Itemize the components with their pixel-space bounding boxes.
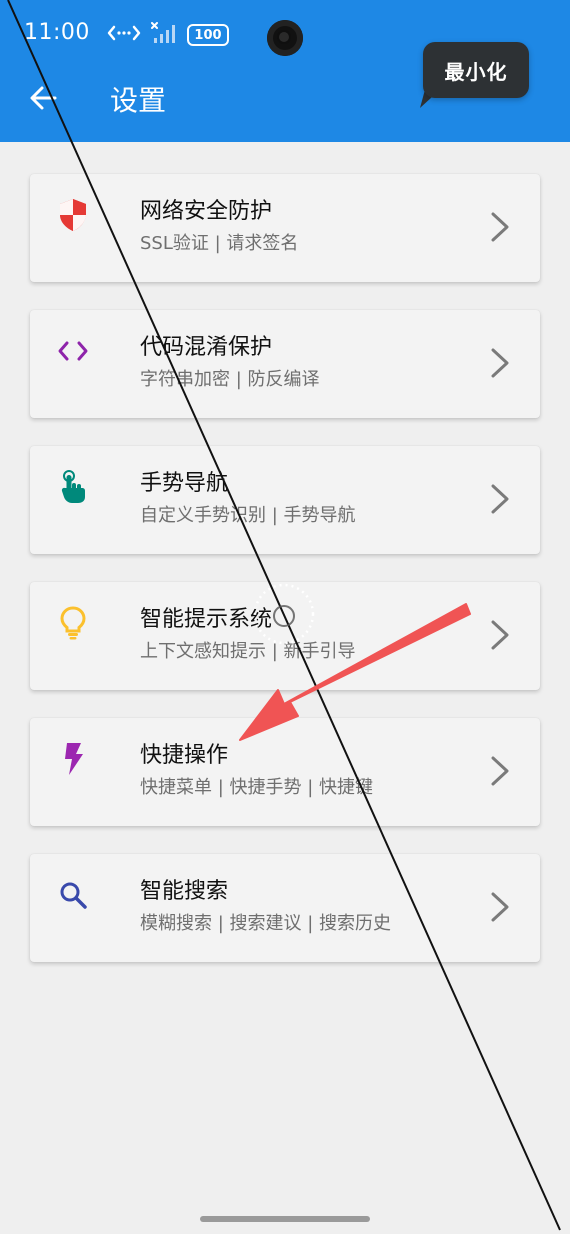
front-camera (267, 20, 303, 56)
chevron-right-icon (488, 618, 512, 652)
chevron-right-icon (488, 346, 512, 380)
shield-icon (56, 198, 90, 232)
page-title: 设置 (110, 84, 167, 117)
no-signal-icon (151, 22, 177, 48)
chevron-right-icon (488, 210, 512, 244)
chevron-right-icon (488, 754, 512, 788)
settings-item-title: 代码混淆保护 (140, 335, 273, 360)
settings-list: 网络安全防护 SSL验证 | 请求签名 代码混淆保护 字符串加密 | 防反编译 (0, 142, 570, 1234)
settings-item-subtitle: SSL验证 | 请求签名 (140, 233, 299, 254)
settings-item-smart-tips[interactable]: 智能提示系统 上下文感知提示 | 新手引导 (30, 582, 540, 690)
battery-level: 100 (194, 27, 222, 43)
settings-item-network-security[interactable]: 网络安全防护 SSL验证 | 请求签名 (30, 174, 540, 282)
settings-item-quick-actions[interactable]: 快捷操作 快捷菜单 | 快捷手势 | 快捷键 (30, 718, 540, 826)
settings-item-subtitle: 快捷菜单 | 快捷手势 | 快捷键 (140, 777, 374, 798)
settings-item-title: 快捷操作 (140, 743, 229, 768)
home-indicator[interactable] (200, 1216, 370, 1222)
search-icon (56, 878, 90, 912)
settings-item-gesture-navigation[interactable]: 手势导航 自定义手势识别 | 手势导航 (30, 446, 540, 554)
settings-item-title: 智能提示系统 (140, 607, 273, 632)
flash-icon (56, 742, 90, 776)
tooltip-label: 最小化 (444, 59, 508, 84)
data-transfer-icon (107, 24, 141, 46)
settings-item-code-obfuscation[interactable]: 代码混淆保护 字符串加密 | 防反编译 (30, 310, 540, 418)
settings-item-title: 网络安全防护 (140, 199, 273, 224)
arrow-left-icon (29, 84, 57, 116)
settings-item-smart-search[interactable]: 智能搜索 模糊搜索 | 搜索建议 | 搜索历史 (30, 854, 540, 962)
settings-item-subtitle: 模糊搜索 | 搜索建议 | 搜索历史 (140, 913, 392, 934)
gesture-hand-icon (56, 470, 90, 504)
settings-item-subtitle: 自定义手势识别 | 手势导航 (140, 505, 356, 526)
status-icons: 100 (107, 22, 229, 48)
back-button[interactable] (26, 83, 60, 117)
battery-icon: 100 (187, 24, 229, 46)
settings-item-title: 智能搜索 (140, 879, 229, 904)
minimize-tooltip: 最小化 (423, 42, 529, 98)
status-time: 11:00 (24, 20, 90, 45)
code-icon (56, 334, 90, 368)
settings-item-subtitle: 上下文感知提示 | 新手引导 (140, 641, 356, 662)
chevron-right-icon (488, 482, 512, 516)
chevron-right-icon (488, 890, 512, 924)
lightbulb-icon (56, 606, 90, 640)
settings-item-subtitle: 字符串加密 | 防反编译 (140, 369, 320, 390)
settings-item-title: 手势导航 (140, 471, 229, 496)
